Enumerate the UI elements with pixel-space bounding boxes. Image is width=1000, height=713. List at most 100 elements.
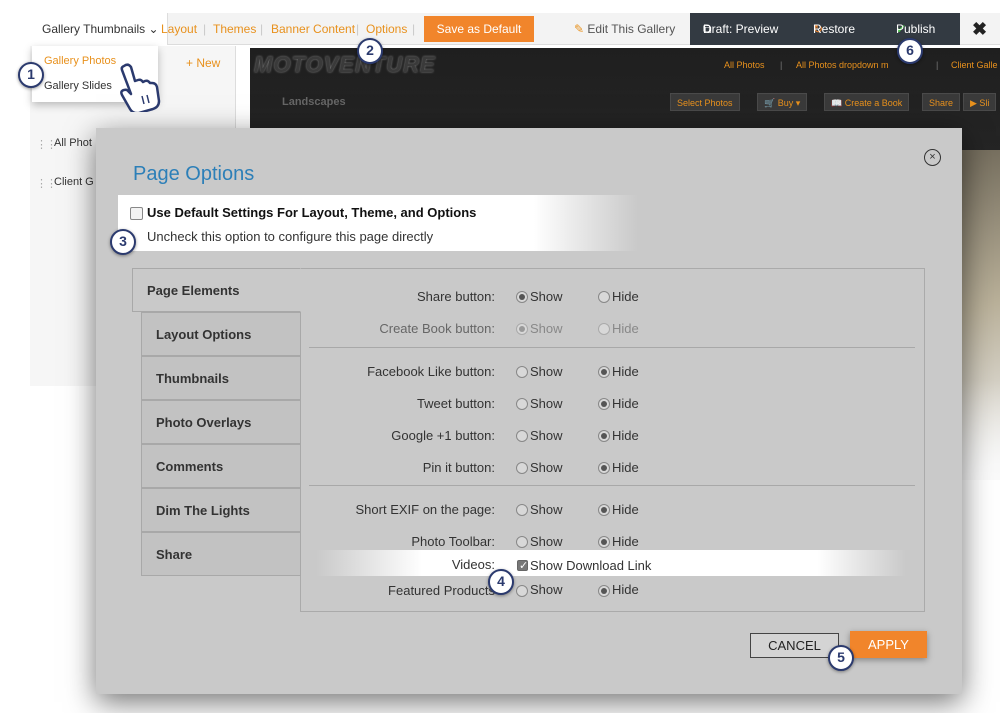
hide-option-label: Hide <box>612 396 639 411</box>
tab-photo-overlays[interactable]: Photo Overlays <box>141 400 301 444</box>
download-link-label: Show Download Link <box>530 558 652 573</box>
videos-label: Videos: <box>451 557 495 572</box>
toolbar-separator: | <box>203 22 207 36</box>
show-option-label: Show <box>530 460 563 475</box>
tab-layout-options[interactable]: Layout Options <box>141 312 301 356</box>
option-divider <box>309 485 915 486</box>
close-dialog-icon[interactable]: × <box>924 149 941 166</box>
layout-link[interactable]: Layout <box>161 13 197 45</box>
cancel-button[interactable]: CANCEL <box>750 633 839 658</box>
use-default-checkbox[interactable] <box>130 207 143 220</box>
hide-option-label: Hide <box>612 428 639 443</box>
buy-button[interactable]: 🛒 Buy ▾ <box>757 93 808 111</box>
step-marker-1: 1 <box>18 62 44 88</box>
sidebar-item-client-galleries[interactable]: Client G <box>54 176 94 188</box>
show-option-label: Show <box>530 428 563 443</box>
step-marker-5: 5 <box>828 645 854 671</box>
show-option-label: Show <box>530 534 563 549</box>
option-label: Photo Toolbar: <box>411 534 495 549</box>
featured-hide-label: Hide <box>612 582 639 597</box>
hide-option-label: Hide <box>612 502 639 517</box>
show-radio[interactable] <box>516 430 528 442</box>
featured-products-label: Featured Products <box>388 583 495 598</box>
featured-hide-radio[interactable] <box>598 585 610 597</box>
show-radio[interactable] <box>516 398 528 410</box>
external-link-icon: ⧉ <box>703 22 712 36</box>
themes-link[interactable]: Themes <box>213 13 256 45</box>
option-divider <box>309 347 915 348</box>
gallery-nav-all-photos[interactable]: All Photos <box>724 60 765 70</box>
step-marker-2: 2 <box>357 38 383 64</box>
hide-radio[interactable] <box>598 430 610 442</box>
menu-item-gallery-slides[interactable]: Gallery Slides <box>44 80 112 92</box>
page-options-dialog: Page Options × Use Default Settings For … <box>96 128 962 694</box>
gallery-section-title: Landscapes <box>282 96 346 108</box>
tab-thumbnails[interactable]: Thumbnails <box>141 356 301 400</box>
show-option-label: Show <box>530 289 563 304</box>
banner-content-link[interactable]: Banner Content <box>271 13 355 45</box>
site-logo: MOTOVENTURE <box>254 52 436 77</box>
show-radio[interactable] <box>516 504 528 516</box>
pointing-hand-icon <box>120 63 161 112</box>
pencil-icon: ✎ <box>574 22 585 36</box>
option-label: Pin it button: <box>422 460 495 475</box>
hide-radio[interactable] <box>598 366 610 378</box>
drag-handle-icon[interactable]: ⋮⋮ <box>36 138 57 151</box>
edit-gallery-button[interactable]: ✎ Edit This Gallery <box>574 13 675 45</box>
use-default-hint: Uncheck this option to configure this pa… <box>147 229 434 244</box>
hide-radio[interactable] <box>598 462 610 474</box>
view-dropdown-label: Gallery Thumbnails <box>42 22 146 36</box>
draft-preview-label: Draft: Preview <box>703 22 779 36</box>
top-toolbar: Gallery Thumbnails ⌄ Layout | Themes | B… <box>30 13 1000 45</box>
download-link-checkbox[interactable] <box>517 559 528 572</box>
tab-share[interactable]: Share <box>141 532 301 576</box>
buy-label: Buy ▾ <box>777 98 801 108</box>
hide-radio[interactable] <box>598 504 610 516</box>
toolbar-separator: | <box>260 22 264 36</box>
gallery-nav-dropdown[interactable]: All Photos dropdown m <box>796 60 889 70</box>
show-radio[interactable] <box>516 536 528 548</box>
show-option-label: Show <box>530 396 563 411</box>
show-option-label: Show <box>530 321 563 336</box>
tab-comments[interactable]: Comments <box>141 444 301 488</box>
slideshow-button[interactable]: ▶ Sli <box>963 93 997 111</box>
featured-show-radio[interactable] <box>516 585 528 597</box>
show-radio[interactable] <box>516 323 528 335</box>
restore-label: Restore <box>813 22 856 36</box>
gallery-nav-separator: | <box>780 60 783 70</box>
option-label: Facebook Like button: <box>367 364 495 379</box>
option-label: Google +1 button: <box>391 428 495 443</box>
hide-radio[interactable] <box>598 291 610 303</box>
gallery-nav-client[interactable]: Client Galle <box>951 60 998 70</box>
menu-item-gallery-photos[interactable]: Gallery Photos <box>44 55 116 67</box>
new-button[interactable]: + New <box>186 56 220 70</box>
sidebar-item-all-photos[interactable]: All Phot <box>54 137 92 149</box>
dialog-title: Page Options <box>133 163 255 185</box>
step-marker-3: 3 <box>110 229 136 255</box>
apply-button[interactable]: APPLY <box>850 631 927 658</box>
share-button[interactable]: Share <box>922 93 961 111</box>
hide-radio[interactable] <box>598 398 610 410</box>
drag-handle-icon[interactable]: ⋮⋮ <box>36 177 57 190</box>
option-label: Tweet button: <box>416 396 495 411</box>
hide-option-label: Hide <box>612 534 639 549</box>
create-book-button[interactable]: 📖 Create a Book <box>824 93 910 111</box>
save-as-default-button[interactable]: Save as Default <box>424 16 534 42</box>
show-radio[interactable] <box>516 291 528 303</box>
toolbar-separator: | <box>356 22 360 36</box>
show-radio[interactable] <box>516 366 528 378</box>
toolbar-separator: | <box>412 22 416 36</box>
hide-radio[interactable] <box>598 323 610 335</box>
create-book-label: Create a Book <box>844 98 903 108</box>
view-dropdown[interactable]: Gallery Thumbnails ⌄ <box>30 13 168 45</box>
show-option-label: Show <box>530 502 563 517</box>
hide-radio[interactable] <box>598 536 610 548</box>
tab-dim-the-lights[interactable]: Dim The Lights <box>141 488 301 532</box>
select-photos-button[interactable]: Select Photos <box>670 93 740 111</box>
hide-option-label: Hide <box>612 460 639 475</box>
tab-page-elements[interactable]: Page Elements <box>132 268 301 312</box>
show-radio[interactable] <box>516 462 528 474</box>
cart-icon: 🛒 <box>764 98 776 108</box>
close-icon[interactable]: ✖ <box>972 13 987 45</box>
gallery-nav-separator: | <box>936 60 939 70</box>
